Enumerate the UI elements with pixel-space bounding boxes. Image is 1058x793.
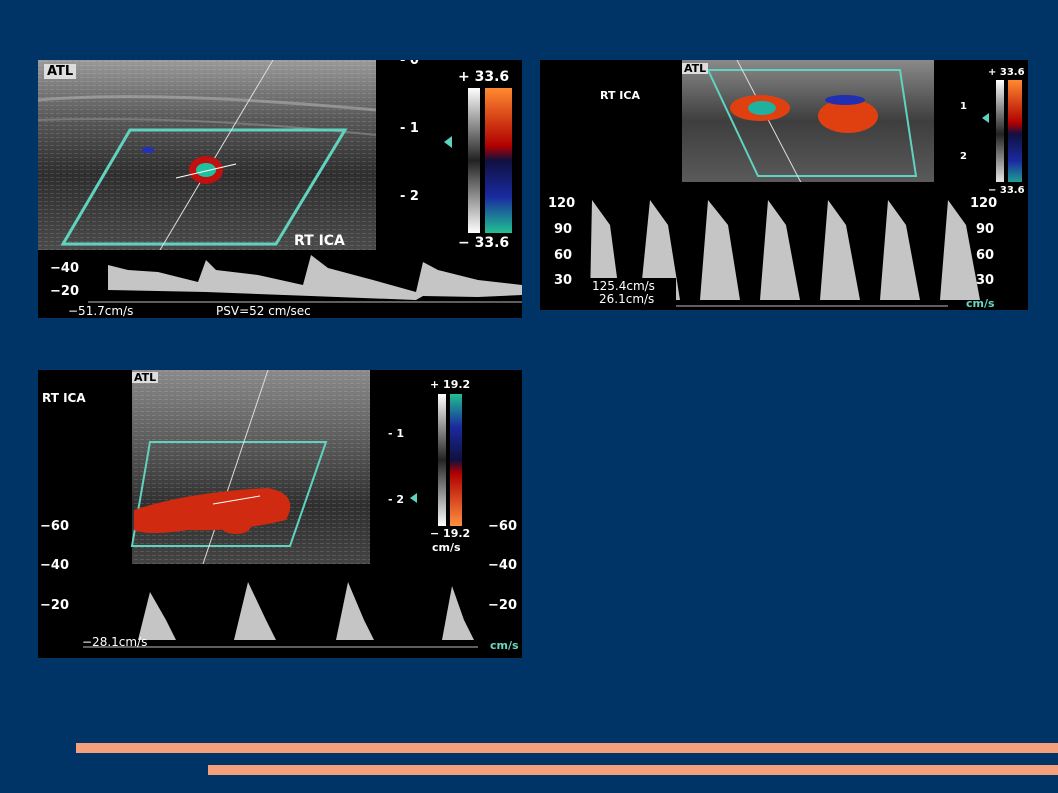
spectral-label-40: −40: [50, 261, 79, 276]
color-scale-bar: [1008, 80, 1022, 188]
spectral-label-right-30: 30: [976, 273, 995, 288]
units-label: cm/s: [966, 297, 995, 310]
color-scale-bar: [450, 394, 462, 526]
gray-scale-bar: [996, 80, 1004, 188]
units-label: cm/s: [490, 639, 519, 652]
spectral-label-right-60: 60: [976, 248, 995, 263]
spectral-label-right-120: 120: [970, 196, 998, 211]
scale-max-value: + 33.6: [458, 69, 510, 85]
velocity-readout: −28.1cm/s: [82, 635, 148, 649]
depth-label-1: - 1: [388, 427, 405, 440]
depth-label-2: - 2: [400, 189, 419, 204]
panel-label: RT ICA: [294, 233, 345, 249]
panel-label: RT ICA: [600, 89, 640, 102]
scale-units: cm/s: [432, 541, 461, 554]
spectral-label-left-30: 30: [554, 273, 573, 288]
marker-arrow: [410, 493, 417, 503]
scale-min-value: − 33.6: [458, 235, 510, 251]
spectral-label-left-60: 60: [554, 248, 573, 263]
decorative-stripe-bottom: [208, 765, 1058, 775]
velocity-readout: −51.7cm/s: [68, 304, 134, 318]
spectral-label-left-90: 90: [554, 222, 573, 237]
logo-text: ATL: [132, 371, 159, 384]
marker-arrow: [982, 113, 989, 123]
gray-scale-bar: [438, 394, 446, 526]
depth-label-2: 2: [960, 151, 967, 162]
depth-label-0: - 0: [400, 60, 419, 68]
velocity-readout-2: 26.1cm/s: [599, 292, 655, 306]
scale-max-value: + 33.6: [988, 67, 1025, 78]
spectral-label-right-90: 90: [976, 222, 995, 237]
spectral-label-right-40: −40: [488, 558, 517, 573]
spectral-label-20: −20: [50, 284, 79, 299]
panel-1-graphics: [38, 60, 522, 318]
scale-min-value: − 19.2: [430, 527, 471, 540]
spectral-label-right-60: −60: [488, 519, 517, 534]
scale-max-value: + 19.2: [430, 378, 471, 391]
logo-text: ATL: [682, 62, 709, 75]
spectral-label-left-20: −20: [40, 598, 69, 613]
spectral-label-left-40: −40: [40, 558, 69, 573]
logo-text: ATL: [44, 64, 77, 79]
gray-scale-bar: [468, 88, 480, 233]
spectral-label-right-20: −20: [488, 598, 517, 613]
ultrasound-panel-2: ATL RT ICA + 33.6 − 33.6 1 2 120 90 60 3…: [540, 60, 1028, 310]
decorative-stripe-top: [76, 743, 1058, 753]
spectral-label-left-60: −60: [40, 519, 69, 534]
panel-label: RT ICA: [42, 391, 86, 405]
velocity-readout-1: 125.4cm/s: [592, 279, 655, 293]
spectral-label-left-120: 120: [548, 196, 576, 211]
depth-label-2: - 2: [388, 493, 405, 506]
depth-label-1: - 1: [400, 121, 419, 136]
panel-3-graphics: [38, 370, 522, 658]
psv-readout: PSV=52 cm/sec: [216, 304, 311, 318]
scale-min-value: − 33.6: [988, 185, 1025, 196]
ultrasound-panel-3: ATL RT ICA + 19.2 − 19.2 cm/s - 1 - 2 −6…: [38, 370, 522, 658]
depth-label-1: 1: [960, 101, 967, 112]
ultrasound-panel-1: ATL RT ICA + 33.6 − 33.6 - 0 - 1 - 2 −40…: [38, 60, 522, 318]
color-scale-bar: [485, 88, 512, 233]
